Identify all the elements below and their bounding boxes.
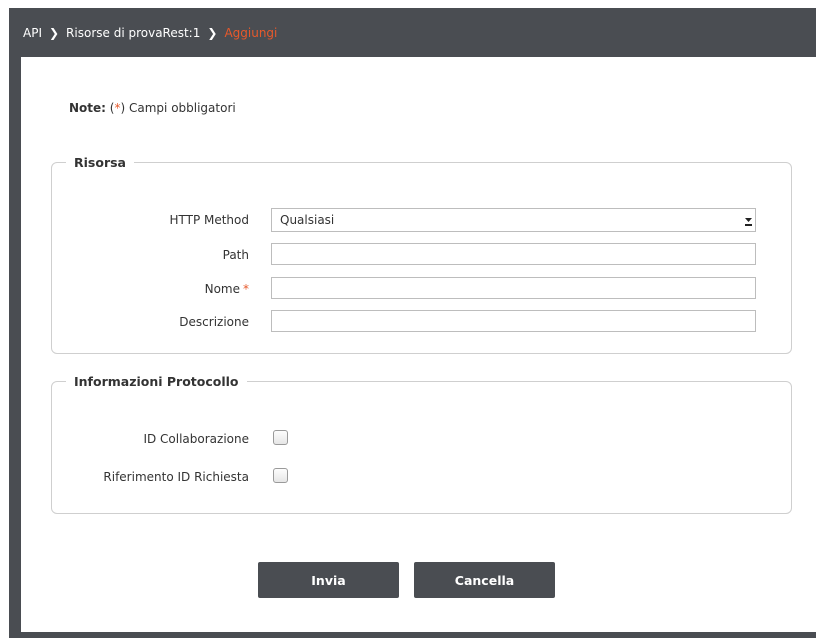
- id-collaborazione-row: ID Collaborazione: [52, 427, 793, 451]
- descrizione-row: Descrizione: [52, 310, 793, 334]
- nome-row: Nome *: [52, 277, 793, 301]
- http-method-label: HTTP Method: [169, 213, 249, 227]
- nome-label: Nome *: [204, 282, 249, 296]
- descrizione-input[interactable]: [271, 310, 756, 332]
- required-star-icon: *: [243, 282, 249, 296]
- risorsa-fieldset: Risorsa HTTP Method Qualsiasi Path Nome *: [51, 155, 792, 354]
- breadcrumb-item-risorse[interactable]: Risorse di provaRest:1: [66, 26, 200, 40]
- note-label: Note:: [69, 101, 106, 115]
- nome-input[interactable]: [271, 277, 756, 299]
- bottom-frame-border: [9, 632, 816, 638]
- breadcrumb-item-api[interactable]: API: [23, 26, 42, 40]
- id-collaborazione-checkbox[interactable]: [273, 430, 288, 445]
- http-method-selected-value: Qualsiasi: [280, 213, 335, 227]
- cancel-button[interactable]: Cancella: [414, 562, 555, 598]
- protocollo-legend: Informazioni Protocollo: [74, 374, 239, 389]
- path-input[interactable]: [271, 243, 756, 265]
- dropdown-arrow-icon[interactable]: [745, 212, 752, 228]
- chevron-right-icon: ❯: [48, 25, 60, 40]
- riferimento-id-richiesta-checkbox[interactable]: [273, 468, 288, 483]
- breadcrumb: API ❯ Risorse di provaRest:1 ❯ Aggiungi: [9, 8, 816, 57]
- required-fields-note: Note: (*) Campi obbligatori: [69, 101, 236, 115]
- protocollo-fieldset: Informazioni Protocollo ID Collaborazion…: [51, 374, 792, 514]
- http-method-select[interactable]: Qualsiasi: [271, 208, 756, 232]
- left-frame-border: [9, 57, 21, 632]
- descrizione-label: Descrizione: [179, 315, 249, 329]
- page: API ❯ Risorse di provaRest:1 ❯ Aggiungi …: [0, 0, 816, 638]
- path-label: Path: [222, 248, 249, 262]
- note-text: Campi obbligatori: [129, 101, 236, 115]
- risorsa-legend: Risorsa: [74, 155, 126, 170]
- http-method-row: HTTP Method Qualsiasi: [52, 208, 793, 232]
- chevron-right-icon: ❯: [207, 25, 218, 40]
- breadcrumb-item-current: Aggiungi: [224, 25, 278, 40]
- id-collaborazione-label: ID Collaborazione: [143, 432, 249, 446]
- riferimento-row: Riferimento ID Richiesta: [52, 465, 793, 489]
- submit-button[interactable]: Invia: [258, 562, 399, 598]
- path-row: Path: [52, 243, 793, 267]
- riferimento-id-richiesta-label: Riferimento ID Richiesta: [103, 470, 249, 484]
